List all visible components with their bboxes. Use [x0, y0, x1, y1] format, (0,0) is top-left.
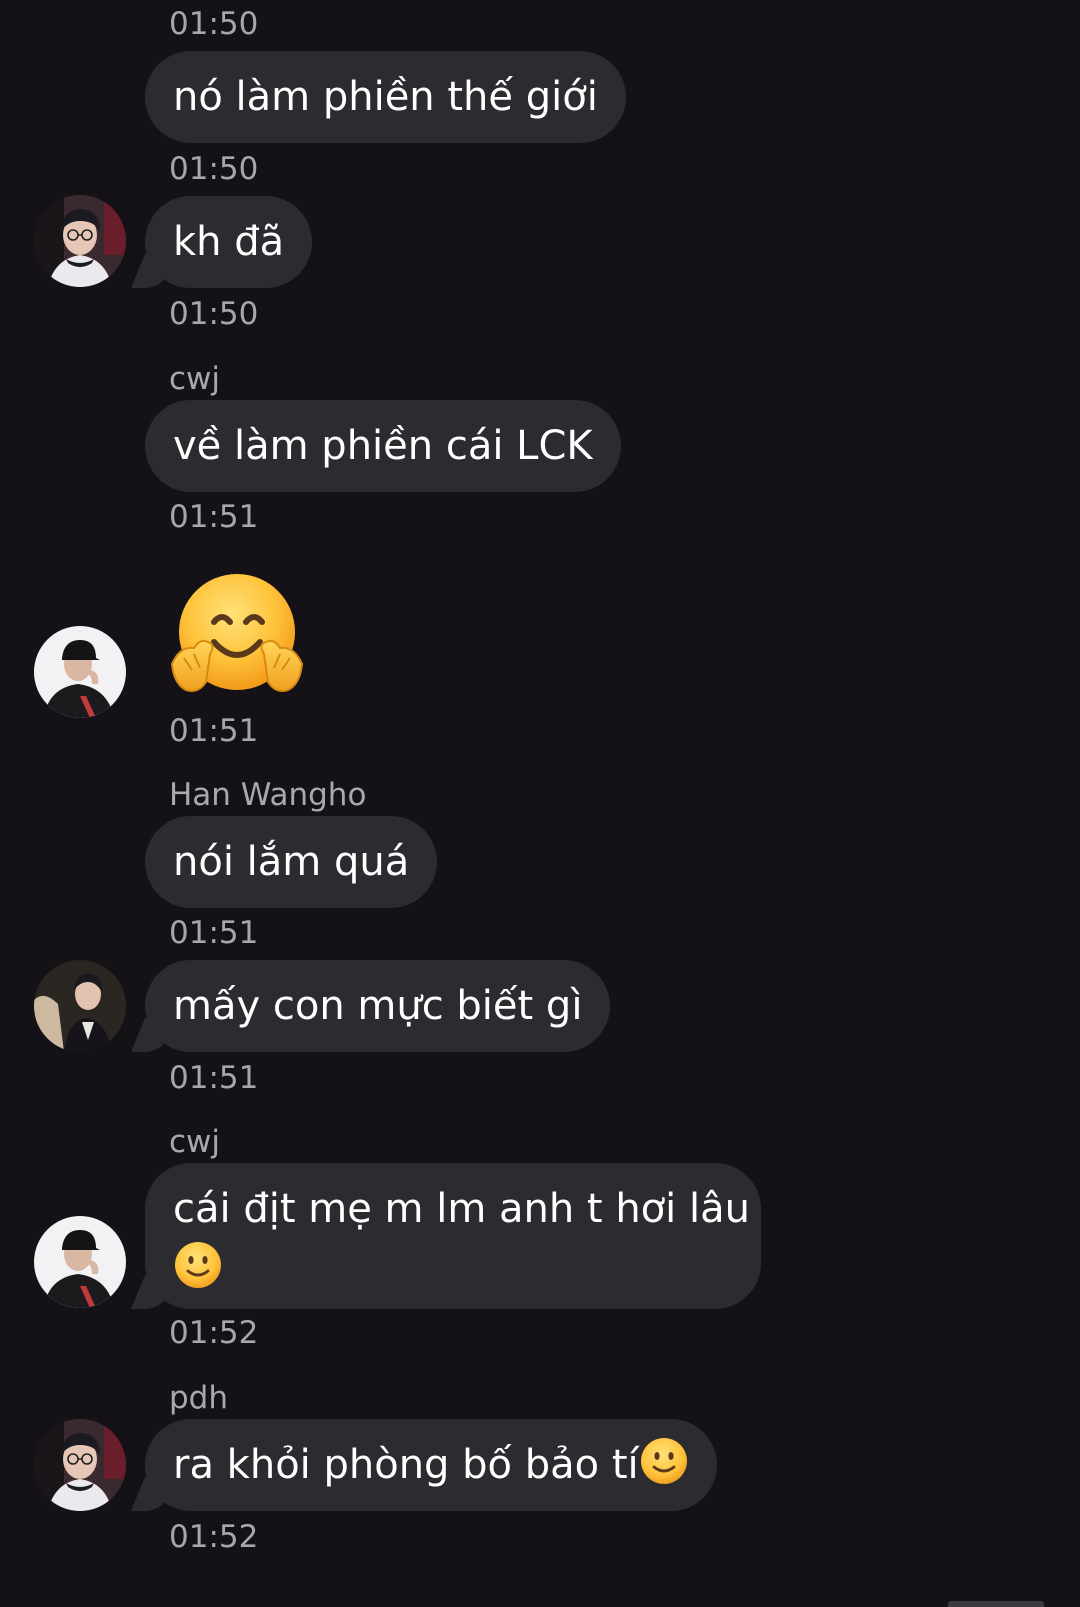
slightly-smiling-face-emoji: [639, 1438, 689, 1488]
timestamp: 01:52: [169, 1315, 259, 1351]
chat-thread: 01:50 nó làm phiền thế giới 01:50 kh đã …: [0, 0, 1080, 1607]
message-text: kh đã: [173, 219, 285, 265]
message-bubble[interactable]: về làm phiền cái LCK: [145, 400, 621, 492]
message-text: ra khỏi phòng bố bảo tí: [173, 1442, 639, 1488]
message-text: nó làm phiền thế giới: [173, 74, 598, 120]
avatar-cap[interactable]: [34, 1216, 126, 1308]
timestamp: 01:50: [169, 151, 259, 187]
message-text: về làm phiền cái LCK: [173, 423, 593, 469]
timestamp: 01:51: [169, 1060, 259, 1096]
hugging-face-emoji[interactable]: [170, 572, 304, 706]
avatar-glasses[interactable]: [34, 195, 126, 287]
avatar-glasses-image: [34, 1419, 126, 1511]
message-bubble[interactable]: cái địt mẹ m lm anh t hơi lâu: [145, 1163, 761, 1309]
avatar-cap-image: [34, 1216, 126, 1308]
message-bubble[interactable]: nó làm phiền thế giới: [145, 51, 626, 143]
message-bubble[interactable]: ra khỏi phòng bố bảo tí: [145, 1419, 717, 1511]
slightly-smiling-face-icon: [640, 1438, 687, 1484]
sender-name: Han Wangho: [169, 777, 367, 813]
sender-name: cwj: [169, 361, 221, 397]
sender-name: pdh: [169, 1380, 229, 1416]
message-text: cái địt mẹ m lm anh t hơi lâu: [173, 1186, 750, 1232]
timestamp: 01:51: [169, 499, 259, 535]
avatar-suit[interactable]: [34, 960, 126, 1052]
avatar-glasses[interactable]: [34, 1419, 126, 1511]
timestamp: 01:52: [169, 1519, 259, 1555]
scroll-indicator[interactable]: [948, 1601, 1044, 1607]
avatar-suit-image: [34, 960, 126, 1052]
slightly-smiling-face-emoji: [173, 1239, 733, 1299]
message-bubble[interactable]: kh đã: [145, 196, 313, 288]
message-bubble[interactable]: mấy con mực biết gì: [145, 960, 611, 1052]
slightly-smiling-face-icon: [175, 1242, 221, 1288]
message-text: mấy con mực biết gì: [173, 983, 583, 1029]
avatar-glasses-image: [34, 195, 126, 287]
avatar-cap-image: [34, 626, 126, 718]
timestamp: 01:51: [169, 915, 259, 951]
timestamp: 01:50: [169, 6, 259, 42]
timestamp: 01:50: [169, 296, 259, 332]
sender-name: cwj: [169, 1124, 221, 1160]
avatar-cap[interactable]: [34, 626, 126, 718]
message-text: nói lắm quá: [173, 839, 410, 885]
hugging-face-icon: [170, 574, 304, 692]
message-bubble[interactable]: nói lắm quá: [145, 816, 438, 908]
timestamp: 01:51: [169, 713, 259, 749]
